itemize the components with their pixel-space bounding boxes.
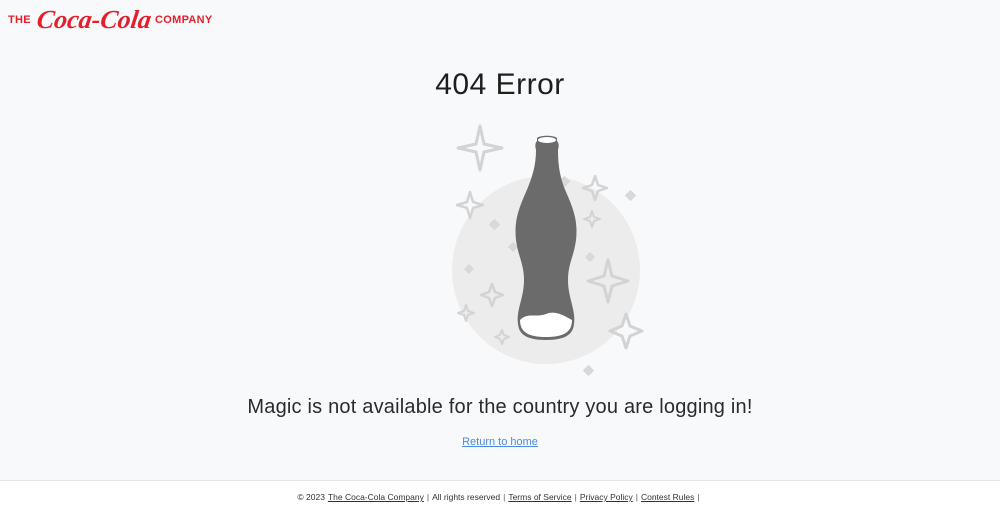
error-page: THE Coca-Cola COMPANY 404 Error Magic is… xyxy=(0,0,1000,513)
rights-text: All rights reserved xyxy=(432,492,501,502)
contest-rules-link[interactable]: Contest Rules xyxy=(641,492,694,502)
company-logo[interactable]: THE Coca-Cola COMPANY xyxy=(8,4,213,36)
return-to-home-link[interactable]: Return to home xyxy=(462,436,538,448)
dot-icon xyxy=(583,365,594,376)
coca-cola-bottle-icon xyxy=(515,135,577,340)
company-link[interactable]: The Coca-Cola Company xyxy=(328,492,424,502)
privacy-policy-link[interactable]: Privacy Policy xyxy=(580,492,633,502)
bottle-illustration xyxy=(452,124,644,376)
footer: © 2023 The Coca-Cola Company | All right… xyxy=(0,480,1000,513)
error-message: Magic is not available for the country y… xyxy=(247,396,753,418)
dot-icon xyxy=(625,190,636,201)
page-title: 404 Error xyxy=(435,68,565,101)
terms-of-service-link[interactable]: Terms of Service xyxy=(508,492,571,502)
logo-script: Coca-Cola xyxy=(34,5,154,34)
logo-prefix: THE xyxy=(8,14,31,26)
return-link-container: Return to home xyxy=(0,436,1000,448)
sparkle-icon xyxy=(456,124,504,172)
logo-suffix: COMPANY xyxy=(155,14,213,26)
copyright-text: © 2023 xyxy=(297,492,325,502)
